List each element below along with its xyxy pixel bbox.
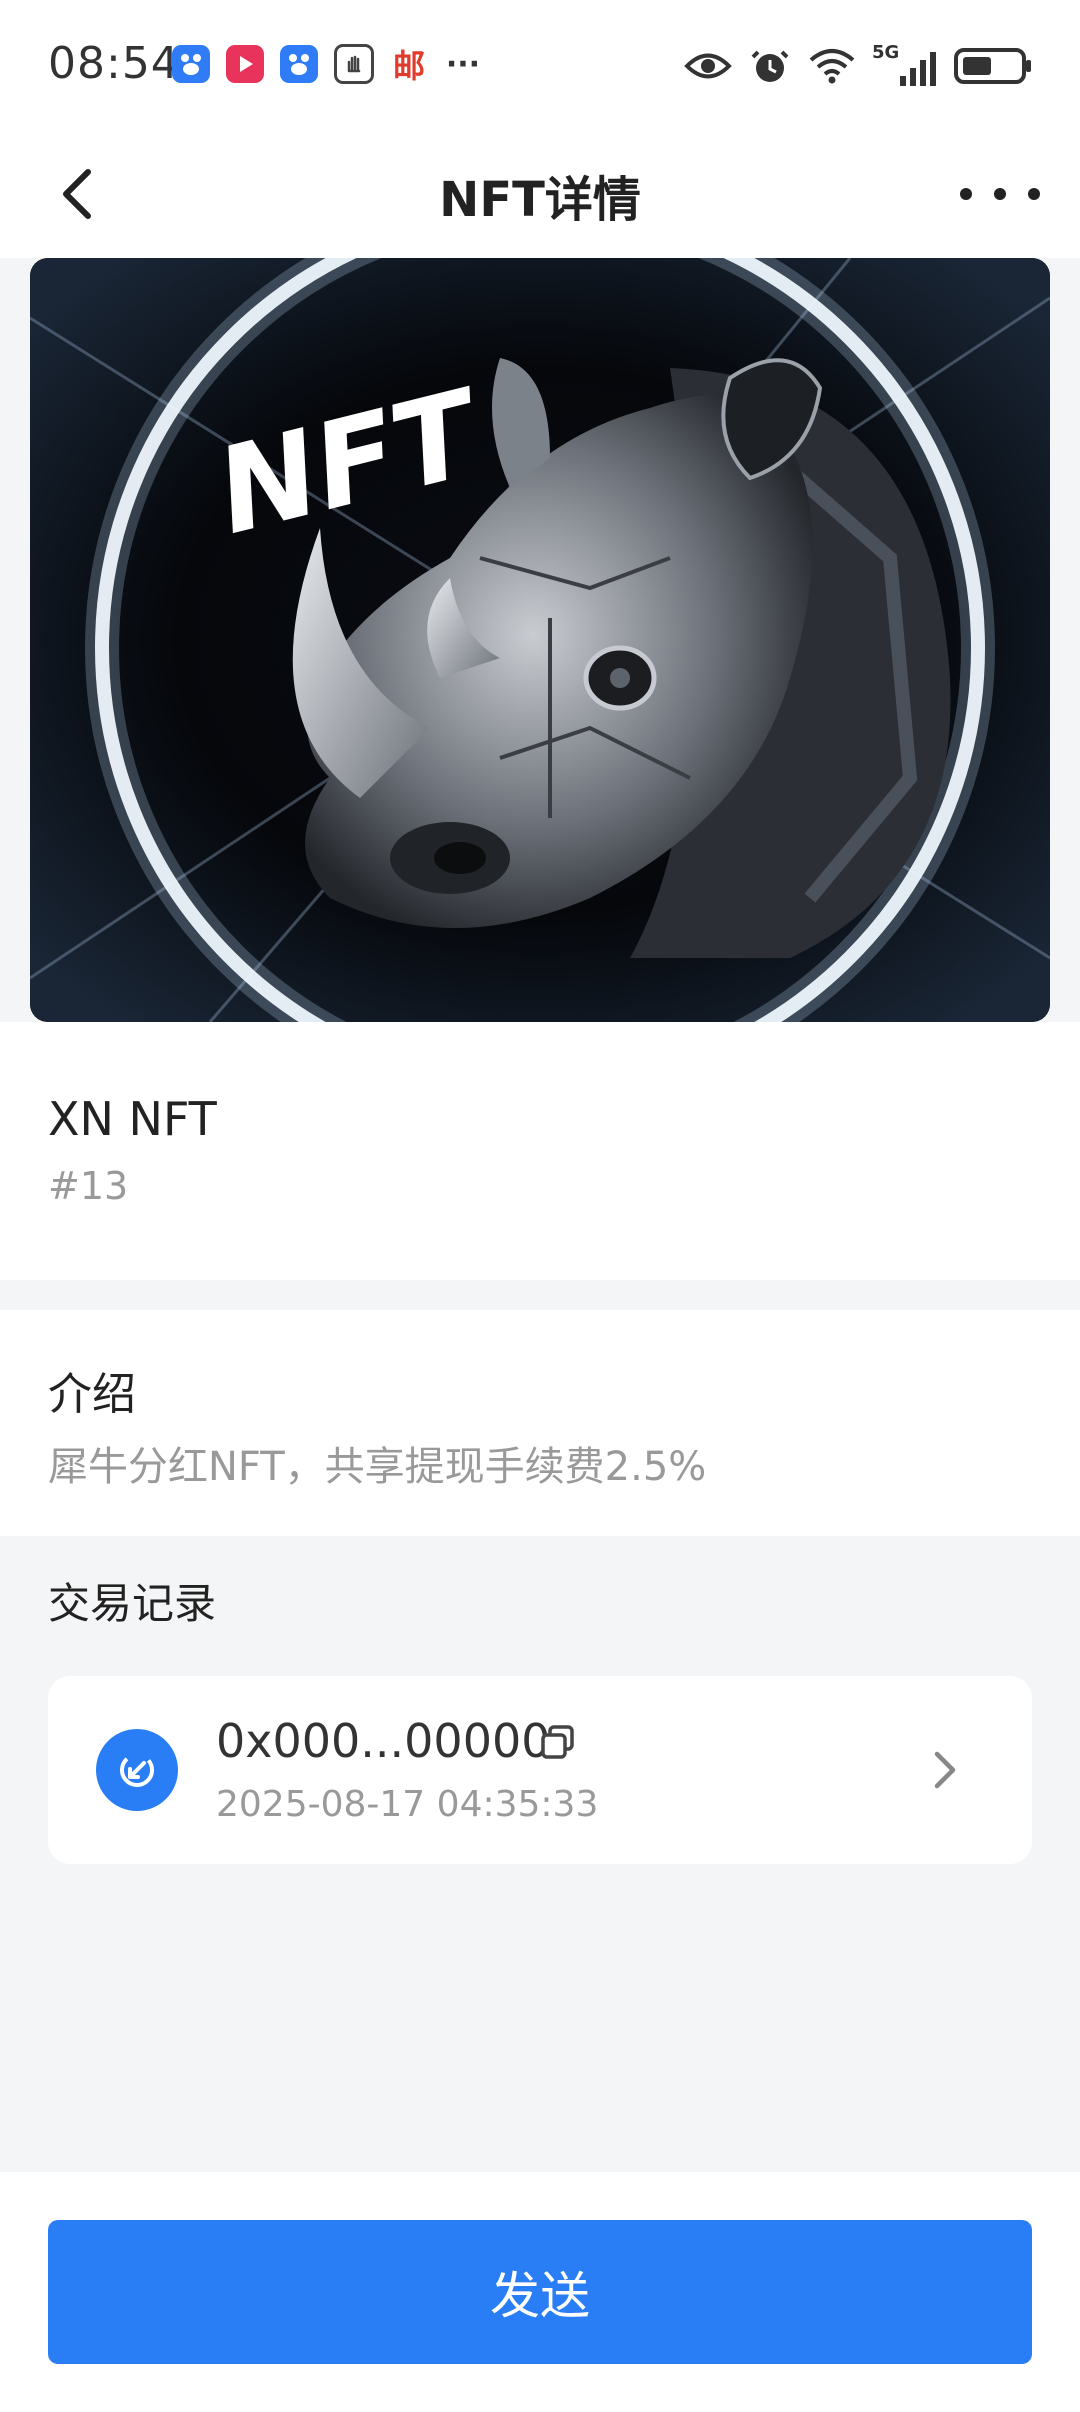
mail-app-icon: 邮 xyxy=(392,47,425,85)
nft-token-id: #13 xyxy=(48,1164,129,1208)
alarm-icon xyxy=(751,50,789,82)
copy-icon[interactable] xyxy=(538,1722,578,1762)
more-dot-icon xyxy=(1028,188,1040,200)
more-options-button[interactable] xyxy=(960,158,1040,230)
status-bar: 08:54 邮 ··· 5G xyxy=(0,0,1080,130)
wifi-icon xyxy=(809,49,855,84)
eye-icon xyxy=(684,53,732,79)
intro-title: 介绍 xyxy=(48,1369,136,1420)
signal-5g-icon: 5G xyxy=(872,42,936,86)
transfer-icon xyxy=(96,1729,178,1811)
nft-image[interactable]: NFT xyxy=(30,258,1050,1022)
intro-text: 犀牛分红NFT，共享提现手续费2.5% xyxy=(48,1444,707,1490)
battery-icon xyxy=(954,48,1031,84)
status-time: 08:54 xyxy=(48,38,180,89)
nft-image-section: NFT xyxy=(0,258,1080,1024)
more-dots-icon: ··· xyxy=(445,46,481,82)
send-button[interactable]: 发送 xyxy=(48,2220,1032,2364)
transaction-item[interactable]: 0x000...00000 2025-08-17 04:35:33 xyxy=(48,1676,1032,1864)
more-dot-icon xyxy=(960,188,972,200)
more-dot-icon xyxy=(994,188,1006,200)
notification-icons: 邮 ··· xyxy=(172,44,482,85)
nft-name: XN NFT xyxy=(48,1092,217,1146)
baidu-app-icon xyxy=(172,45,210,83)
transactions-header: 交易记录 xyxy=(48,1579,217,1628)
nft-info-card: XN NFT #13 xyxy=(0,1022,1080,1280)
nav-bar: NFT详情 xyxy=(0,130,1080,260)
video-app-icon xyxy=(226,45,264,83)
page-title: NFT详情 xyxy=(439,172,641,228)
network-label: 5G xyxy=(872,42,900,63)
intro-card: 介绍 犀牛分红NFT，共享提现手续费2.5% xyxy=(0,1310,1080,1536)
baidu-app-icon xyxy=(280,45,318,83)
rhino-nft-artwork: NFT xyxy=(30,258,1050,1022)
bottom-action-bar: 发送 xyxy=(0,2172,1080,2412)
chevron-right-icon xyxy=(930,1746,960,1794)
hand-app-icon xyxy=(334,44,374,84)
transaction-hash: 0x000...00000 xyxy=(216,1714,551,1768)
transaction-time: 2025-08-17 04:35:33 xyxy=(216,1784,599,1825)
system-icons: 5G xyxy=(684,42,1034,86)
